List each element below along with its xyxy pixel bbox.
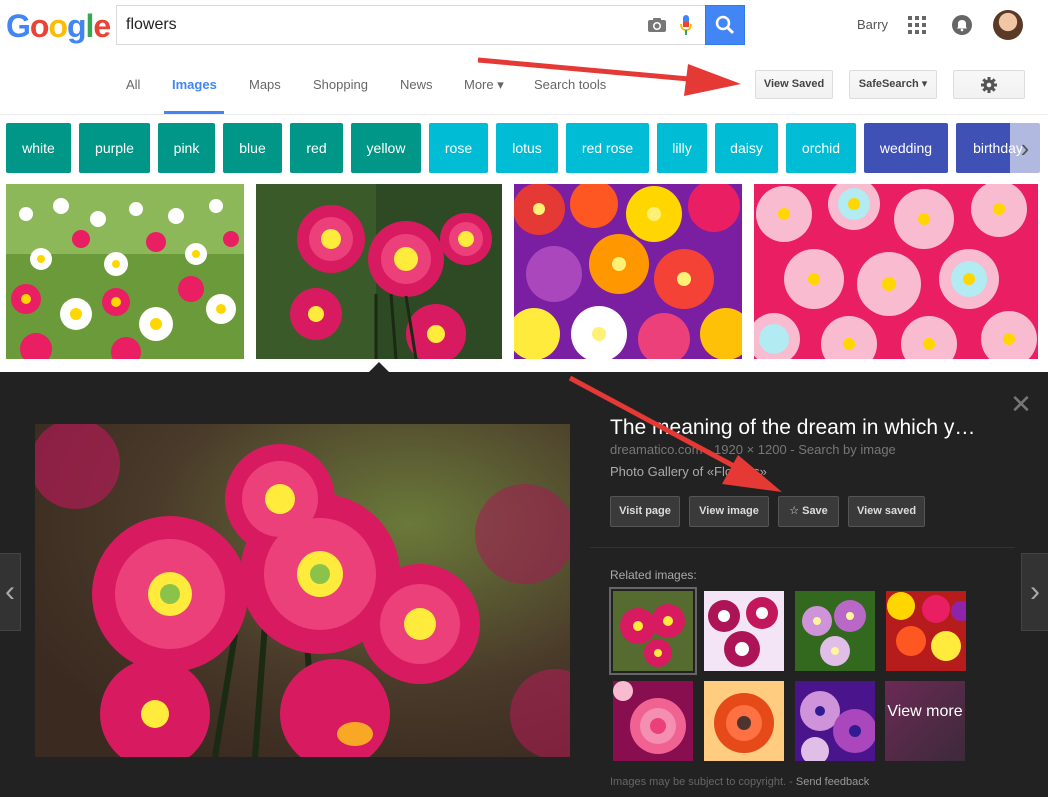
related-image[interactable] (613, 681, 693, 761)
save-button[interactable]: ☆ Save (778, 496, 839, 527)
chip-red[interactable]: red (290, 123, 343, 173)
chip-lotus[interactable]: lotus (496, 123, 558, 173)
logo-letter: g (66, 8, 87, 44)
tab-images[interactable]: Images (172, 77, 217, 92)
top-bar: Google Barry (0, 0, 1048, 56)
microphone-icon[interactable] (679, 15, 693, 37)
chip-wedding[interactable]: wedding (864, 123, 948, 173)
google-images-page: Google Barry All Images Maps Shopping Ne… (0, 0, 1048, 797)
tab-news[interactable]: News (400, 77, 433, 92)
search-tabs: All Images Maps Shopping News More ▾ Sea… (0, 56, 1048, 115)
safesearch-button[interactable]: SafeSearch ▾ (849, 70, 937, 99)
preview-meta[interactable]: dreamatico.com - 1920 × 1200 - Search by… (610, 442, 896, 457)
notifications-bell-icon[interactable] (952, 15, 972, 35)
search-button[interactable] (705, 5, 745, 45)
account-name[interactable]: Barry (857, 17, 888, 32)
active-tab-indicator (164, 111, 224, 114)
chip-purple[interactable]: purple (79, 123, 150, 173)
search-box (116, 5, 706, 45)
preview-title[interactable]: The meaning of the dream in which y… (610, 416, 1010, 440)
related-image[interactable] (704, 681, 784, 761)
related-image[interactable] (886, 591, 966, 671)
related-image[interactable] (795, 681, 875, 761)
chip-orchid[interactable]: orchid (786, 123, 856, 173)
visit-page-button[interactable]: Visit page (610, 496, 680, 527)
footer-separator: - (789, 776, 793, 788)
chip-pink[interactable]: pink (158, 123, 215, 173)
google-logo[interactable]: Google (6, 8, 111, 44)
chip-white[interactable]: white (6, 123, 71, 173)
logo-letter: o (48, 8, 68, 44)
tab-all[interactable]: All (126, 77, 140, 92)
camera-icon[interactable] (647, 17, 667, 33)
chip-rose[interactable]: rose (429, 123, 488, 173)
preview-subtitle: Photo Gallery of «Flowers» (610, 464, 767, 479)
previous-image-button[interactable]: ‹ (0, 553, 21, 631)
related-search-chips: white purple pink blue red yellow rose l… (0, 115, 1048, 179)
view-saved-panel-button[interactable]: View saved (848, 496, 925, 527)
related-image[interactable] (609, 587, 697, 675)
related-images-label: Related images: (610, 568, 697, 582)
result-image-mixed-flowers[interactable] (514, 184, 742, 359)
panel-footer: Images may be subject to copyright. - Se… (610, 776, 869, 788)
chip-daisy[interactable]: daisy (715, 123, 778, 173)
chip-lilly[interactable]: lilly (657, 123, 707, 173)
gear-icon (981, 77, 997, 93)
result-image-daisies[interactable] (6, 184, 244, 359)
next-image-button[interactable]: › (1021, 553, 1048, 631)
view-image-button[interactable]: View image (689, 496, 769, 527)
search-icon (715, 15, 735, 35)
panel-divider (590, 547, 1015, 548)
search-input[interactable] (126, 14, 626, 36)
apps-grid-icon[interactable] (908, 16, 926, 34)
preview-image[interactable] (35, 424, 570, 757)
send-feedback-link[interactable]: Send feedback (796, 776, 869, 788)
tab-search-tools[interactable]: Search tools (534, 77, 606, 92)
result-image-pink-blossoms[interactable] (754, 184, 1038, 359)
logo-letter: l (85, 8, 95, 44)
logo-letter: G (6, 8, 31, 44)
logo-letter: o (29, 8, 50, 44)
related-image[interactable] (704, 591, 784, 671)
chip-red-rose[interactable]: red rose (566, 123, 649, 173)
chevron-right-icon[interactable]: › (1010, 123, 1040, 173)
tab-maps[interactable]: Maps (249, 77, 281, 92)
chip-yellow[interactable]: yellow (351, 123, 421, 173)
close-icon[interactable]: ✕ (1010, 391, 1032, 417)
panel-pointer (369, 362, 389, 372)
view-saved-button[interactable]: View Saved (755, 70, 833, 99)
settings-button[interactable] (953, 70, 1025, 99)
tab-more[interactable]: More ▾ (464, 77, 504, 93)
user-avatar[interactable] (993, 10, 1023, 40)
logo-letter: e (93, 8, 111, 44)
chip-blue[interactable]: blue (223, 123, 282, 173)
view-more-button[interactable]: View more (885, 681, 965, 761)
related-image[interactable] (795, 591, 875, 671)
result-image-pink-daisies-selected[interactable] (256, 184, 502, 359)
tab-shopping[interactable]: Shopping (313, 77, 368, 92)
copyright-notice: Images may be subject to copyright. (610, 776, 787, 788)
